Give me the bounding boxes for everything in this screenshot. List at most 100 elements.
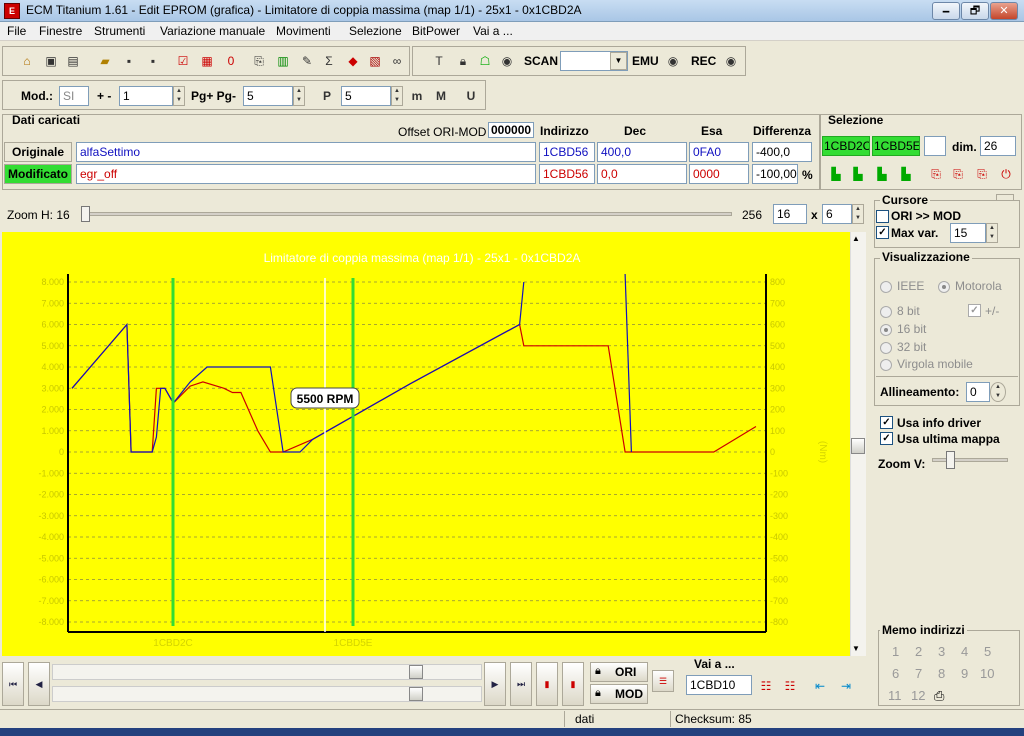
- mod-button[interactable]: MOD 🔒︎: [590, 684, 648, 704]
- memo-item[interactable]: 7: [915, 666, 922, 681]
- run-icon[interactable]: ☖: [475, 51, 495, 71]
- zoom-v-slider[interactable]: [946, 451, 955, 469]
- modificato-diff[interactable]: -100,00: [752, 164, 798, 184]
- check-icon[interactable]: ☑: [173, 51, 193, 71]
- copy-icon[interactable]: ⎘: [249, 51, 269, 71]
- memo-item[interactable]: 6: [892, 666, 899, 681]
- menu-movimenti[interactable]: Movimenti: [276, 24, 331, 38]
- menu-selezione[interactable]: Selezione: [349, 24, 402, 38]
- memo-item[interactable]: 8: [938, 666, 945, 681]
- sel-start-field[interactable]: 1CBD2C: [822, 136, 870, 156]
- modificato-indirizzo[interactable]: 1CBD56: [539, 164, 595, 184]
- menu-strumenti[interactable]: Strumenti: [94, 24, 145, 38]
- menu-file[interactable]: File: [7, 24, 26, 38]
- zoom-w-field[interactable]: 16: [773, 204, 807, 224]
- memo-item[interactable]: 12: [911, 688, 925, 703]
- last-icon[interactable]: ⏭: [510, 662, 532, 706]
- goto-mod-icon[interactable]: ☷: [780, 676, 800, 696]
- maximize-button[interactable]: 🗗: [961, 2, 989, 20]
- step-field[interactable]: 1: [119, 86, 173, 106]
- u-icon[interactable]: U: [461, 86, 481, 106]
- scroll-up-icon[interactable]: ▲: [852, 234, 860, 243]
- zero-icon[interactable]: 0: [221, 51, 241, 71]
- chart-area[interactable]: Limitatore di coppia massima (map 1/1) -…: [2, 232, 850, 656]
- memo-item[interactable]: 10: [980, 666, 994, 681]
- menu-finestre[interactable]: Finestre: [39, 24, 82, 38]
- 8bit-radio[interactable]: [880, 306, 892, 318]
- vai-a-field[interactable]: 1CBD10: [686, 675, 752, 695]
- sel-copy3-icon[interactable]: ⎘: [972, 164, 992, 184]
- originale-diff[interactable]: -400,0: [752, 142, 812, 162]
- modificato-esa[interactable]: 0000: [689, 164, 749, 184]
- usa-info-checkbox[interactable]: ✓: [880, 416, 893, 429]
- 16bit-radio[interactable]: [880, 324, 892, 336]
- memo-item[interactable]: 9: [961, 666, 968, 681]
- paste-icon[interactable]: ✎: [297, 51, 317, 71]
- sel-empty-field[interactable]: [924, 136, 946, 156]
- save-icon[interactable]: ▪: [119, 51, 139, 71]
- goto-ori-icon[interactable]: ☷: [756, 676, 776, 696]
- sel-end-field[interactable]: 1CBD5E: [872, 136, 920, 156]
- allineamento-spinner[interactable]: ▲ ▼: [990, 382, 1006, 402]
- rec-dot-icon[interactable]: ◉: [721, 51, 741, 71]
- max-var-spinner[interactable]: ▲ ▼: [986, 223, 998, 243]
- memo-item[interactable]: 5: [984, 644, 991, 659]
- chart-svg[interactable]: Limitatore di coppia massima (map 1/1) -…: [2, 232, 850, 656]
- memo-item[interactable]: 11: [888, 688, 902, 703]
- hscroll-bottom[interactable]: [52, 686, 482, 702]
- max-var-checkbox[interactable]: ✓: [876, 226, 889, 239]
- lock-icon[interactable]: 🔒︎: [453, 51, 473, 71]
- text-icon[interactable]: T: [429, 51, 449, 71]
- virgola-radio[interactable]: [880, 359, 892, 371]
- sel-power-icon[interactable]: ⏻: [996, 164, 1016, 184]
- p-icon[interactable]: P: [317, 86, 337, 106]
- ieee-radio[interactable]: [880, 281, 892, 293]
- chart-vscroll[interactable]: ▲ ▼: [850, 232, 866, 656]
- m-small-icon[interactable]: m: [407, 86, 427, 106]
- binoculars-icon[interactable]: ∞: [387, 51, 407, 71]
- memo-item[interactable]: 1: [892, 644, 899, 659]
- modificato-dec[interactable]: 0,0: [597, 164, 687, 184]
- allineamento-field[interactable]: 0: [966, 382, 990, 402]
- memo-save-icon[interactable]: ⎙: [934, 688, 944, 704]
- open-folder-icon[interactable]: ▰: [95, 51, 115, 71]
- sigma-icon[interactable]: Σ: [319, 51, 339, 71]
- memo-item[interactable]: 3: [938, 644, 945, 659]
- mem-right-icon[interactable]: ⇥: [836, 676, 856, 696]
- originale-esa[interactable]: 0FA0: [689, 142, 749, 162]
- minimize-button[interactable]: 🗕: [932, 2, 960, 20]
- menu-vai-a[interactable]: Vai a ...: [473, 24, 513, 38]
- sel-bar1-icon[interactable]: ▙: [826, 164, 846, 184]
- window-icon[interactable]: ▤: [63, 51, 83, 71]
- dim-field[interactable]: 26: [980, 136, 1016, 156]
- max-var-field[interactable]: 15: [950, 223, 986, 243]
- usa-ultima-checkbox[interactable]: ✓: [880, 432, 893, 445]
- sign-checkbox[interactable]: ✓: [968, 304, 981, 317]
- offset-field[interactable]: 000000: [488, 122, 534, 138]
- sel-bar3-icon[interactable]: ▙: [872, 164, 892, 184]
- p-spinner[interactable]: ▲ ▼: [391, 86, 403, 106]
- sel-bar2-icon[interactable]: ▙: [848, 164, 868, 184]
- menu-bitpower[interactable]: BitPower: [412, 24, 460, 38]
- p-field[interactable]: 5: [341, 86, 391, 106]
- zoom-h-slider[interactable]: [81, 206, 90, 222]
- originale-indirizzo[interactable]: 1CBD56: [539, 142, 595, 162]
- calc-icon[interactable]: ▦: [197, 51, 217, 71]
- vscroll-thumb[interactable]: [851, 438, 865, 454]
- ori-mod-checkbox[interactable]: [876, 210, 889, 223]
- hscroll-bottom-thumb[interactable]: [409, 687, 423, 701]
- sel-bar4-icon[interactable]: ▙: [896, 164, 916, 184]
- shapes-icon[interactable]: ◆: [343, 51, 363, 71]
- step-spinner[interactable]: ▲ ▼: [173, 86, 185, 106]
- modificato-name-field[interactable]: egr_off: [76, 164, 536, 184]
- next-icon[interactable]: ▶: [484, 662, 506, 706]
- record-dot-icon[interactable]: ◉: [497, 51, 517, 71]
- prev-icon[interactable]: ◀: [28, 662, 50, 706]
- mark-left-icon[interactable]: ▮: [536, 662, 558, 706]
- swap-icon[interactable]: ☰: [652, 670, 674, 692]
- chevron-down-icon[interactable]: ▼: [610, 52, 627, 70]
- calculator-icon[interactable]: ▥: [273, 51, 293, 71]
- sel-copy2-icon[interactable]: ⎘: [948, 164, 968, 184]
- mark-right-icon[interactable]: ▮: [562, 662, 584, 706]
- mod-field[interactable]: SI: [59, 86, 89, 106]
